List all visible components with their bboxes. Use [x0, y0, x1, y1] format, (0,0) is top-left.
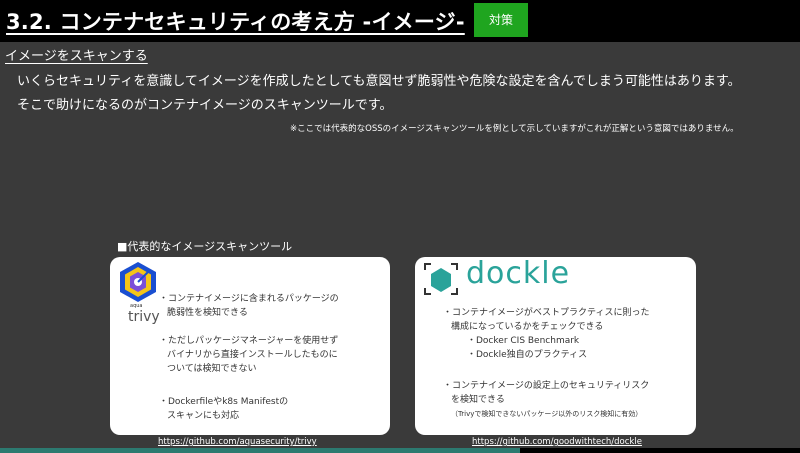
dockle-sub-bullet-1: ・Docker CIS Benchmark	[467, 336, 580, 346]
slide-progress-bar	[0, 448, 520, 453]
trivy-bullet-3a: ・Dockerfileやk8s Manifestの	[159, 397, 289, 407]
trivy-card: aqua trivy ・コンテナイメージに含まれるパッケージの 脆弱性を検知でき…	[110, 257, 390, 435]
dockle-sub-bullet-2: ・Dockle独自のプラクティス	[467, 350, 588, 360]
dockle-logo: dockle	[422, 256, 592, 298]
dockle-link[interactable]: https://github.com/goodwithtech/dockle	[472, 437, 642, 447]
dockle-bullet-1b: 構成になっているかをチェックできる	[451, 322, 604, 332]
category-badge: 対策	[474, 3, 528, 37]
dockle-wordmark: dockle	[466, 256, 571, 291]
trivy-logo: aqua trivy	[117, 260, 160, 330]
dockle-bullet-1a: ・コンテナイメージがベストプラクティスに則った	[443, 308, 650, 318]
trivy-logo-icon	[120, 262, 156, 302]
trivy-bullet-2c: ついては検知できない	[167, 364, 257, 374]
dockle-logo-icon	[424, 263, 458, 295]
dockle-card: dockle ・コンテナイメージがベストプラクティスに則った 構成になっているか…	[415, 256, 696, 435]
dockle-bullet-2a: ・コンテナイメージの設定上のセキュリティリスク	[443, 381, 650, 391]
trivy-bullet-1b: 脆弱性を検知できる	[167, 308, 248, 318]
trivy-bullet-2a: ・ただしパッケージマネージャーを使用せず	[159, 336, 339, 346]
dockle-bullet-2c: （Trivyで検知できないパッケージ以外のリスク検知に有効）	[451, 410, 643, 418]
section-title: ■代表的なイメージスキャンツール	[117, 240, 293, 253]
subheading: イメージをスキャンする	[5, 49, 148, 64]
trivy-bullet-2b: バイナリから直接インストールしたものに	[167, 350, 338, 360]
dockle-bullet-2b: を検知できる	[451, 395, 505, 405]
paragraph-line-1: いくらセキュリティを意識してイメージを作成したとしても意図せず脆弱性や危険な設定…	[17, 74, 741, 89]
trivy-bullet-1a: ・コンテナイメージに含まれるパッケージの	[159, 294, 339, 304]
trivy-bullet-3b: スキャンにも対応	[167, 411, 240, 421]
trivy-link[interactable]: https://github.com/aquasecurity/trivy	[158, 437, 317, 447]
trivy-wordmark: trivy	[128, 309, 160, 325]
paragraph-line-2: そこで助けになるのがコンテナイメージのスキャンツールです。	[17, 98, 393, 113]
page-title: 3.2. コンテナセキュリティの考え方 -イメージ-	[6, 10, 465, 34]
disclaimer-note: ※ここでは代表的なOSSのイメージスキャンツールを例として示していますがこれが正…	[290, 124, 739, 134]
